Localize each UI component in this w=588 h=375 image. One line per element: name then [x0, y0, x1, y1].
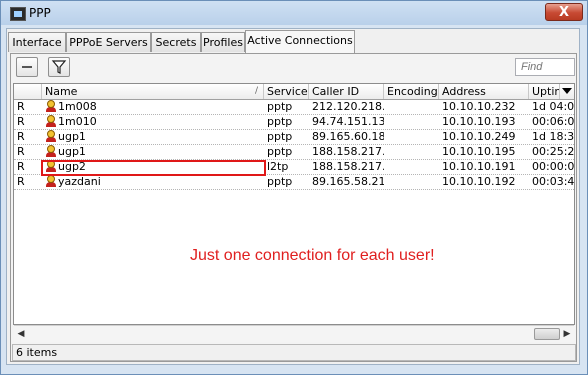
cell-service: pptp [267, 175, 293, 188]
table-row[interactable]: Rugp1 pptp 89.165.60.186 10.10.10.249 1d 18:… [14, 130, 574, 145]
scroll-thumb[interactable] [534, 328, 560, 340]
app-icon [10, 7, 26, 21]
cell-uptime: 00:25:2 [532, 145, 574, 158]
connections-table: Name / Service Caller ID Encoding Addres… [13, 83, 575, 325]
tab-active-connections[interactable]: Active Connections [245, 30, 355, 53]
table-header: Name / Service Caller ID Encoding Addres… [14, 84, 574, 100]
user-icon [45, 130, 57, 142]
dropdown-arrow-icon [562, 88, 572, 94]
tab-profiles[interactable]: Profiles [201, 32, 245, 52]
cell-service: pptp [267, 145, 293, 158]
cell-address: 10.10.10.192 [442, 175, 516, 188]
cell-address: 10.10.10.191 [442, 160, 516, 173]
user-name: 1m008 [58, 100, 97, 113]
table-row[interactable]: Ryazdani pptp 89.165.58.210 10.10.10.192 00:… [14, 175, 574, 190]
column-header-address[interactable]: Address [439, 84, 529, 99]
annotation-text: Just one connection for each user! [190, 247, 435, 264]
table-row[interactable]: R 1m008 pptp 212.120.218... 10.10.10.232 1d 0… [14, 100, 574, 115]
cell-flag: R [17, 100, 25, 113]
table-row[interactable]: Rugp1 pptp 188.158.217... 10.10.10.195 00:25… [14, 145, 574, 160]
columns-menu-button[interactable] [559, 84, 574, 99]
cell-uptime: 1d 18:32: [532, 130, 574, 143]
cell-service: l2tp [267, 160, 289, 173]
cell-flag: R [17, 115, 25, 128]
sort-indicator-icon: / [254, 86, 258, 96]
status-bar: 6 items [12, 344, 576, 361]
cell-name: 1m010 [42, 115, 264, 130]
user-icon [45, 115, 57, 127]
cell-address: 10.10.10.249 [442, 130, 516, 143]
cell-service: pptp [267, 115, 293, 128]
find-input[interactable] [515, 58, 575, 76]
window-title: PPP [29, 6, 51, 20]
column-header-caller-id[interactable]: Caller ID [309, 84, 384, 99]
cell-flag: R [17, 130, 25, 143]
cell-flag: R [17, 145, 25, 158]
title-bar[interactable]: PPP X [1, 1, 587, 25]
cell-service: pptp [267, 130, 293, 143]
user-name: 1m010 [58, 115, 97, 128]
tab-pppoe-servers[interactable]: PPPoE Servers [66, 32, 151, 52]
cell-address: 10.10.10.232 [442, 100, 516, 113]
cell-caller-id: 89.165.58.210 [312, 175, 384, 188]
scroll-left-icon[interactable]: ◀ [14, 326, 28, 342]
tab-interface[interactable]: Interface [8, 32, 66, 52]
column-header-flag[interactable] [14, 84, 42, 99]
cell-encoding [384, 175, 439, 190]
user-name: ugp1 [58, 145, 86, 158]
column-header-uptime[interactable]: Uptime [529, 84, 559, 99]
cell-name: ugp1 [42, 145, 264, 160]
minus-icon [22, 66, 32, 68]
row-separator [14, 189, 574, 190]
cell-caller-id: 94.74.151.13 [312, 115, 384, 128]
cell-caller-id: 212.120.218... [312, 100, 384, 113]
cell-uptime: 00:03:4 [532, 175, 574, 188]
cell-encoding [384, 160, 439, 175]
close-button[interactable]: X [545, 3, 583, 21]
cell-flag: R [17, 175, 25, 188]
item-count: 6 items [16, 346, 58, 359]
cell-uptime: 00:00:0 [532, 160, 574, 173]
table-row[interactable]: R 1m010 pptp 94.74.151.13 10.10.10.193 00:06:… [14, 115, 574, 130]
cell-encoding [384, 145, 439, 160]
cell-name: 1m008 [42, 100, 264, 115]
user-icon [45, 100, 57, 112]
column-header-encoding[interactable]: Encoding [384, 84, 439, 99]
cell-caller-id: 188.158.217... [312, 145, 384, 158]
filter-button[interactable] [48, 57, 70, 77]
user-icon [45, 175, 57, 187]
cell-name: yazdani [42, 175, 264, 190]
highlight-box [41, 160, 266, 176]
tab-secrets[interactable]: Secrets [151, 32, 201, 52]
column-header-service[interactable]: Service [264, 84, 309, 99]
scroll-right-icon[interactable]: ▶ [560, 326, 574, 342]
cell-service: pptp [267, 100, 293, 113]
cell-uptime: 00:06:0 [532, 115, 574, 128]
cell-name: ugp1 [42, 130, 264, 145]
cell-encoding [384, 130, 439, 145]
cell-caller-id: 188.158.217... [312, 160, 384, 173]
user-name: ugp1 [58, 130, 86, 143]
cell-address: 10.10.10.193 [442, 115, 516, 128]
cell-encoding [384, 115, 439, 130]
user-icon [45, 145, 57, 157]
cell-encoding [384, 100, 439, 115]
remove-button[interactable] [16, 57, 38, 77]
cell-caller-id: 89.165.60.186 [312, 130, 384, 143]
cell-flag: R [17, 160, 25, 173]
horizontal-scrollbar[interactable]: ◀ ▶ [14, 325, 574, 342]
user-name: yazdani [58, 175, 101, 188]
filter-icon [51, 60, 67, 74]
cell-uptime: 1d 04:02: [532, 100, 574, 113]
cell-address: 10.10.10.195 [442, 145, 516, 158]
column-header-name[interactable]: Name / [42, 84, 264, 99]
column-header-name-label: Name [45, 85, 78, 98]
